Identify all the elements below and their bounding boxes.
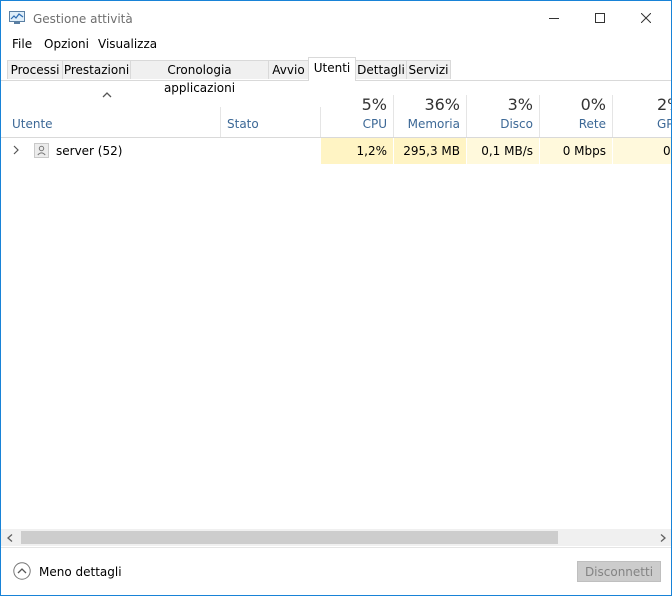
column-network[interactable]: Rete (540, 117, 606, 131)
less-details-link[interactable]: Meno dettagli (39, 565, 122, 579)
user-icon (34, 143, 49, 158)
maximize-button[interactable] (577, 1, 623, 35)
column-disk[interactable]: Disco (467, 117, 533, 131)
column-header: Utente Stato 5% CPU 36% Memoria 3% Disco… (1, 81, 671, 138)
scrollbar-thumb[interactable] (21, 531, 558, 544)
window-title: Gestione attività (33, 12, 133, 26)
column-disk-percent[interactable]: 3% (467, 95, 533, 114)
tab-services[interactable]: Servizi (406, 60, 451, 79)
close-button[interactable] (623, 1, 669, 35)
column-network-percent[interactable]: 0% (540, 95, 606, 114)
scroll-left-button[interactable] (1, 529, 18, 546)
title-bar: Gestione attività (1, 1, 671, 35)
tab-users[interactable]: Utenti (308, 57, 356, 81)
tab-app-history[interactable]: Cronologia applicazioni (130, 60, 269, 95)
task-manager-icon (9, 11, 25, 24)
maximize-icon (595, 13, 605, 23)
column-gpu[interactable]: GPU (657, 117, 671, 131)
scroll-right-button[interactable] (654, 529, 671, 546)
column-memory-percent[interactable]: 36% (394, 95, 460, 114)
chevron-right-icon (660, 533, 666, 542)
user-name: server (52) (56, 144, 123, 158)
minimize-icon (549, 18, 559, 19)
menu-view[interactable]: Visualizza (98, 37, 157, 51)
task-manager-window: Gestione attività File Opzioni Visualizz… (0, 0, 672, 596)
minimize-button[interactable] (531, 1, 577, 35)
table-row[interactable]: server (52) 1,2% 295,3 MB 0,1 MB/s 0 Mbp… (1, 138, 671, 164)
gpu-value: 0% (663, 144, 671, 158)
column-user[interactable]: Utente (12, 117, 53, 131)
column-gpu-percent[interactable]: 2% (657, 95, 671, 114)
disconnect-button[interactable]: Disconnetti (577, 561, 661, 582)
expand-chevron-icon[interactable] (12, 145, 20, 155)
column-cpu-percent[interactable]: 5% (321, 95, 387, 114)
disk-value: 0,1 MB/s (481, 144, 533, 158)
memory-value: 295,3 MB (403, 144, 460, 158)
column-divider[interactable] (220, 107, 221, 137)
close-icon (641, 13, 651, 23)
column-cpu[interactable]: CPU (321, 117, 387, 131)
column-memory[interactable]: Memoria (394, 117, 460, 131)
tab-performance[interactable]: Prestazioni (62, 60, 131, 79)
tab-details[interactable]: Dettagli (355, 60, 407, 79)
chevron-left-icon (6, 533, 12, 542)
sort-up-icon[interactable] (101, 91, 113, 99)
tab-bar: Processi Prestazioni Cronologia applicaz… (1, 55, 671, 95)
menu-bar: File Opzioni Visualizza (1, 35, 671, 55)
network-value: 0 Mbps (562, 144, 606, 158)
tab-startup[interactable]: Avvio (268, 60, 309, 79)
cpu-value: 1,2% (356, 144, 388, 158)
menu-options[interactable]: Opzioni (44, 37, 89, 51)
menu-file[interactable]: File (12, 37, 32, 51)
tab-processes[interactable]: Processi (7, 60, 63, 79)
footer: Meno dettagli Disconnetti (1, 547, 671, 595)
collapse-circle-icon[interactable] (13, 562, 31, 580)
column-status[interactable]: Stato (227, 117, 259, 131)
horizontal-scrollbar[interactable] (1, 529, 671, 546)
column-divider[interactable] (612, 95, 613, 137)
